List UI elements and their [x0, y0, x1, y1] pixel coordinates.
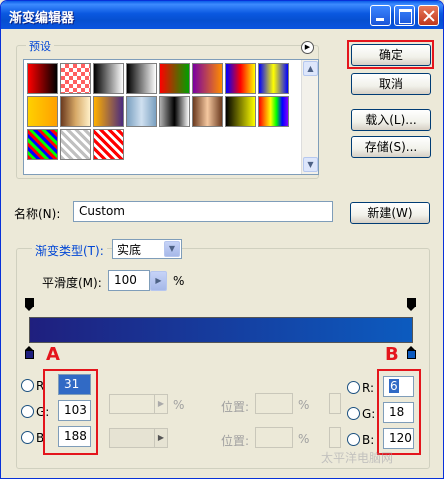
preset-swatch[interactable] [27, 129, 58, 160]
maximize-button[interactable] [394, 5, 415, 26]
annotation-b: B [385, 344, 399, 365]
new-button[interactable]: 新建(W) [350, 202, 430, 224]
position-label-top: 位置: [221, 400, 250, 414]
opacity-percent: % [173, 398, 185, 412]
window-title: 渐变编辑器 [9, 11, 75, 26]
smoothness-label: 平滑度(M): [42, 276, 102, 290]
preset-swatch[interactable] [225, 63, 256, 94]
highlight-box-b [377, 369, 421, 455]
gradient-preview-bar[interactable] [29, 317, 413, 343]
smoothness-unit: % [173, 274, 185, 288]
load-button[interactable]: 载入(L)... [351, 109, 431, 131]
preset-swatch[interactable] [126, 63, 157, 94]
preset-swatch[interactable] [93, 129, 124, 160]
gradient-type-value: 实底 [117, 243, 142, 257]
opacity-stop-left[interactable] [25, 298, 34, 311]
preset-swatch[interactable] [258, 63, 289, 94]
name-input[interactable]: Custom [73, 201, 333, 222]
radio-r-right[interactable] [347, 381, 360, 394]
color-stop-right[interactable] [407, 346, 416, 359]
radio-r-left[interactable] [21, 379, 34, 392]
annotation-a: A [46, 344, 60, 365]
r-label-right: R: [362, 381, 375, 395]
gradient-editor-window: 渐变编辑器 预设 ▶ ▲ ▼ 确定 取消 载入(L)... 存储(S)... 名… [0, 0, 444, 479]
save-button[interactable]: 存储(S)... [351, 136, 431, 158]
position-percent-bottom: % [298, 432, 310, 446]
presets-label: 预设 [26, 38, 54, 54]
presets-menu-arrow-icon[interactable]: ▶ [301, 41, 314, 54]
gradient-type-label: 渐变类型(T): [32, 242, 107, 259]
radio-b-right[interactable] [347, 433, 360, 446]
minimize-button[interactable] [370, 5, 391, 26]
preset-swatch[interactable] [225, 96, 256, 127]
preset-swatch[interactable] [192, 96, 223, 127]
gradient-type-select[interactable]: 实底 ▼ [112, 239, 182, 259]
smoothness-arrow-icon[interactable]: ▶ [150, 271, 167, 291]
preset-swatch[interactable] [60, 63, 91, 94]
color-spinner-disabled: ▶ [109, 428, 168, 448]
ok-highlight-box [347, 40, 434, 69]
preset-grid[interactable]: ▲ ▼ [23, 59, 319, 175]
preset-scrollbar[interactable]: ▲ ▼ [301, 60, 318, 174]
chevron-down-icon[interactable]: ▼ [164, 241, 180, 257]
preset-swatch[interactable] [93, 96, 124, 127]
preset-swatch[interactable] [126, 96, 157, 127]
position-input-top [255, 393, 293, 414]
watermark: 太平洋电脑网 [321, 451, 394, 465]
preset-swatch[interactable] [60, 129, 91, 160]
preset-swatch[interactable] [192, 63, 223, 94]
b-label-right: B: [362, 433, 375, 447]
radio-g-left[interactable] [21, 405, 34, 418]
preset-swatch[interactable] [27, 63, 58, 94]
smoothness-input[interactable]: 100 [108, 270, 150, 291]
color-stop-left[interactable] [25, 346, 34, 359]
position-percent-top: % [298, 398, 310, 412]
close-button[interactable] [418, 5, 439, 26]
preset-swatch[interactable] [27, 96, 58, 127]
title-bar: 渐变编辑器 [1, 1, 443, 29]
highlight-box-a [43, 369, 98, 455]
g-label-right: G: [362, 407, 376, 421]
preset-swatch[interactable] [159, 63, 190, 94]
delete-button-bottom-disabled [329, 427, 341, 448]
name-label: 名称(N): [14, 207, 61, 221]
preset-swatch[interactable] [159, 96, 190, 127]
radio-g-right[interactable] [347, 407, 360, 420]
opacity-stop-right[interactable] [407, 298, 416, 311]
opacity-spinner-disabled: ▶ [109, 394, 168, 414]
preset-swatch[interactable] [93, 63, 124, 94]
radio-b-left[interactable] [21, 431, 34, 444]
delete-button-top-disabled [329, 393, 341, 414]
preset-swatch[interactable] [258, 96, 289, 127]
scroll-up-icon[interactable]: ▲ [303, 61, 318, 76]
scroll-down-icon[interactable]: ▼ [303, 157, 318, 172]
cancel-button[interactable]: 取消 [351, 73, 431, 95]
preset-swatch[interactable] [60, 96, 91, 127]
position-label-bottom: 位置: [221, 434, 250, 448]
position-input-bottom [255, 427, 293, 448]
